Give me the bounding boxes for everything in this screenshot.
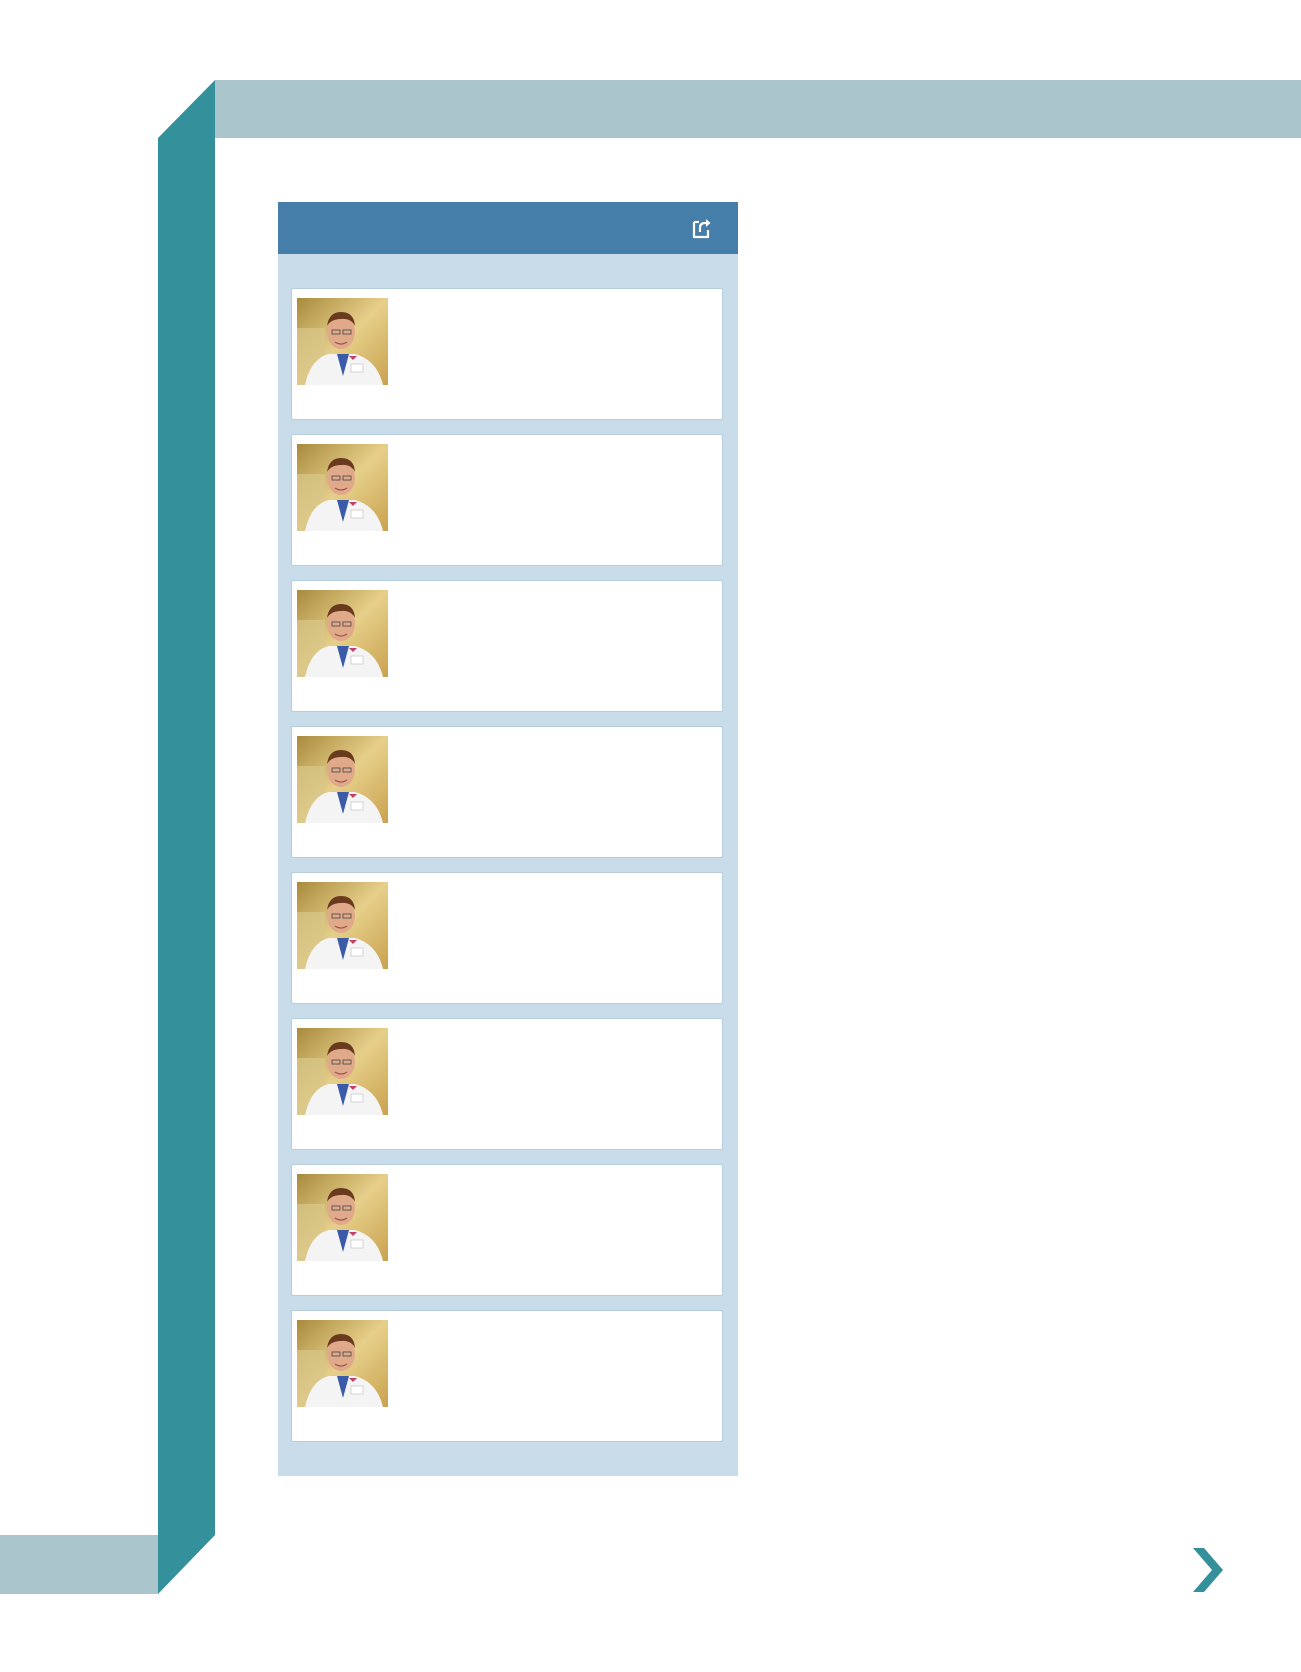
doctor-portrait-photo <box>297 298 388 385</box>
profile-card[interactable] <box>291 434 723 566</box>
profile-card[interactable] <box>291 580 723 712</box>
doctor-portrait-photo <box>297 444 388 531</box>
doctor-portrait-photo <box>297 1174 388 1261</box>
external-link-icon[interactable] <box>688 214 716 242</box>
panel-header <box>278 202 738 254</box>
page <box>0 0 1301 1672</box>
chevron-right-icon[interactable] <box>1187 1544 1227 1596</box>
left-vertical-bar <box>158 80 215 1594</box>
profile-card[interactable] <box>291 1164 723 1296</box>
doctor-portrait-photo <box>297 882 388 969</box>
profile-card[interactable] <box>291 726 723 858</box>
profile-card[interactable] <box>291 872 723 1004</box>
profile-list-panel <box>278 202 738 1476</box>
doctor-portrait-photo <box>297 736 388 823</box>
doctor-portrait-photo <box>297 590 388 677</box>
profile-card[interactable] <box>291 1310 723 1442</box>
top-band <box>215 80 1301 138</box>
profile-card-list <box>291 288 725 1456</box>
doctor-portrait-photo <box>297 1320 388 1407</box>
profile-card[interactable] <box>291 288 723 420</box>
doctor-portrait-photo <box>297 1028 388 1115</box>
profile-card[interactable] <box>291 1018 723 1150</box>
bottom-left-band <box>0 1535 158 1594</box>
